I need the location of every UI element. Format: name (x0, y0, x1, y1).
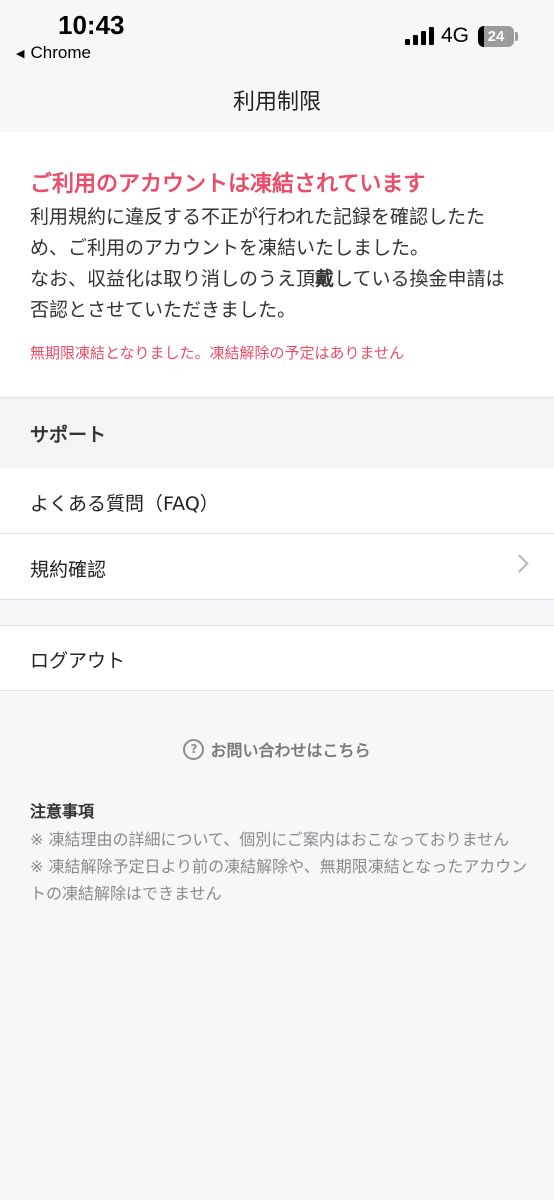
faq-link[interactable]: よくある質問（FAQ） (0, 468, 554, 534)
support-heading: サポート (30, 424, 107, 446)
notes-title: 注意事項 (30, 802, 95, 821)
notice-body: 利用規約に違反する不正が行われた記録を確認したため、ご利用のアカウントを凍結いた… (30, 202, 520, 326)
note-item: ※ 凍結理由の詳細について、個別にご案内はおこなっておりません (30, 830, 510, 849)
battery-cap (515, 32, 518, 41)
page-title: 利用制限 (232, 90, 321, 115)
notice-card: ご利用のアカウントは凍結されています 利用規約に違反する不正が行われた記録を確認… (0, 132, 554, 396)
battery-icon: 24 (478, 26, 514, 47)
terms-label: 規約確認 (30, 559, 107, 581)
contact-label: お問い合わせはこちら (210, 741, 371, 760)
contact-link[interactable]: ? お問い合わせはこちら (0, 737, 554, 761)
notice-body-line2b: 戴 (315, 268, 335, 290)
logout-button[interactable]: ログアウト (0, 625, 554, 691)
notice-warning: 無期限凍結となりました。凍結解除の予定はありません (30, 344, 405, 362)
support-section-header: サポート (0, 397, 554, 469)
faq-label: よくある質問（FAQ） (30, 493, 219, 515)
cellular-signal-icon (405, 27, 435, 45)
network-type: 4G (441, 24, 470, 47)
notice-body-line2a: なお、収益化は取り消しのうえ頂 (30, 268, 316, 290)
back-app-label: Chrome (30, 43, 91, 62)
question-circle-icon: ? (183, 738, 205, 760)
notice-body-line1: 利用規約に違反する不正が行われた記録を確認したため、ご利用のアカウントを凍結いた… (30, 206, 486, 259)
logout-label: ログアウト (30, 650, 126, 672)
clock: 10:43 (58, 10, 125, 40)
chevron-right-icon (510, 554, 529, 573)
battery-level: 24 (487, 28, 505, 45)
notice-title: ご利用のアカウントは凍結されています (30, 172, 426, 197)
notes-list: ※ 凍結理由の詳細について、個別にご案内はおこなっておりません ※ 凍結解除予定… (30, 826, 530, 907)
terms-link[interactable]: 規約確認 (0, 534, 554, 600)
status-bar: 10:43 ◀ Chrome 4G 24 (0, 0, 554, 70)
back-to-app-button[interactable]: ◀ Chrome (16, 43, 91, 63)
note-item: ※ 凍結解除予定日より前の凍結解除や、無期限凍結となったアカウントの凍結解除はで… (30, 857, 528, 903)
back-triangle-icon: ◀ (16, 47, 25, 60)
